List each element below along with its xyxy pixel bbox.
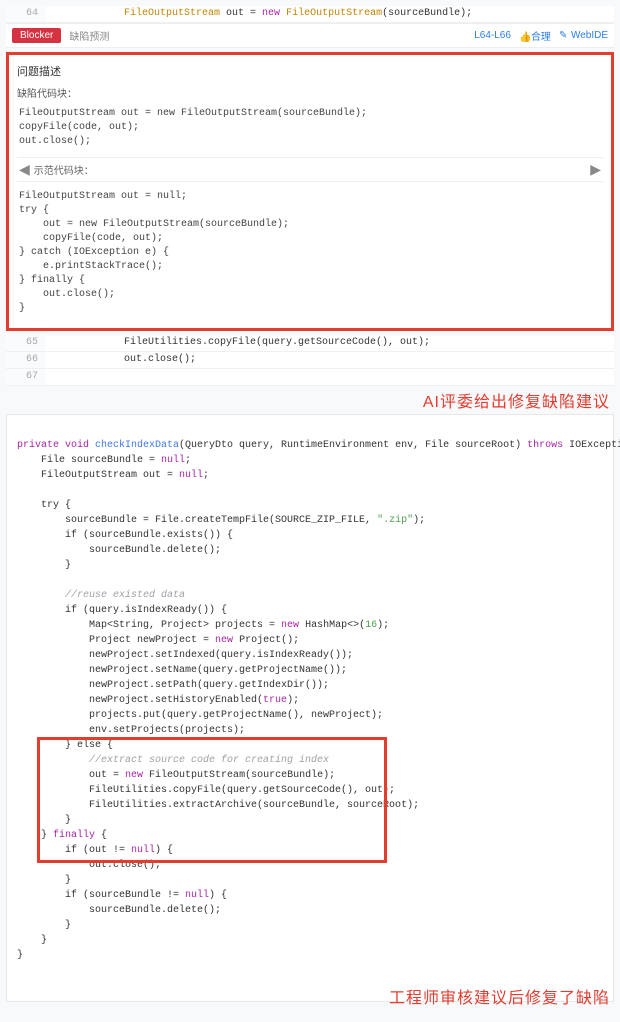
callout-bottom: 工程师审核建议后修复了缺陷 (6, 982, 614, 1010)
thumbs-up-icon: 👍 (519, 32, 529, 43)
line-content: FileUtilities.copyFile(query.getSourceCo… (46, 335, 614, 351)
merge-link-label: 合理 (531, 32, 551, 43)
context-code-line: 66 out.close(); (6, 352, 614, 369)
chevron-right-icon[interactable]: ▶ (590, 161, 601, 178)
recommend-code-snippet: FileOutputStream out = null; try { out =… (17, 186, 603, 320)
recommend-label: 示范代码块： (30, 162, 590, 177)
webide-link[interactable]: ✎WebIDE (559, 30, 608, 41)
defect-code-label: 缺陷代码块： (17, 85, 603, 100)
recommend-header-row: ◀ 示范代码块： ▶ (17, 157, 603, 182)
defect-code-snippet: FileOutputStream out = new FileOutputStr… (17, 103, 603, 153)
line-content: out.close(); (46, 352, 614, 368)
line-number: 65 (6, 335, 46, 351)
issue-header-bar: Blocker 缺陷预测 L64-L66 👍合理 ✎WebIDE (6, 23, 614, 48)
context-code-line: 65 FileUtilities.copyFile(query.getSourc… (6, 335, 614, 352)
context-code-line: 67 (6, 369, 614, 386)
callout-top: AI评委给出修复缺陷建议 (6, 386, 614, 414)
line-content: FileOutputStream out = new FileOutputStr… (46, 6, 614, 22)
line-content (46, 369, 614, 385)
chevron-left-icon[interactable]: ◀ (19, 161, 30, 178)
ai-suggestion-panel: 问题描述 缺陷代码块： FileOutputStream out = new F… (6, 52, 614, 331)
context-code-line: 64 FileOutputStream out = new FileOutput… (6, 6, 614, 23)
edit-icon: ✎ (559, 30, 569, 41)
merge-link[interactable]: 👍合理 (519, 28, 551, 43)
after-context-lines: 65 FileUtilities.copyFile(query.getSourc… (6, 335, 614, 386)
page-root: 64 FileOutputStream out = new FileOutput… (0, 0, 620, 1022)
panel-title: 问题描述 (17, 63, 603, 79)
webide-link-label: WebIDE (571, 30, 608, 41)
severity-badge[interactable]: Blocker (12, 28, 61, 43)
line-number: 67 (6, 369, 46, 385)
line-range-link[interactable]: L64-L66 (474, 30, 511, 41)
fixed-code-block: private void checkIndexData(QueryDto que… (6, 414, 614, 1002)
issue-type-label: 缺陷预测 (69, 28, 109, 43)
line-number: 64 (6, 6, 46, 22)
line-number: 66 (6, 352, 46, 368)
